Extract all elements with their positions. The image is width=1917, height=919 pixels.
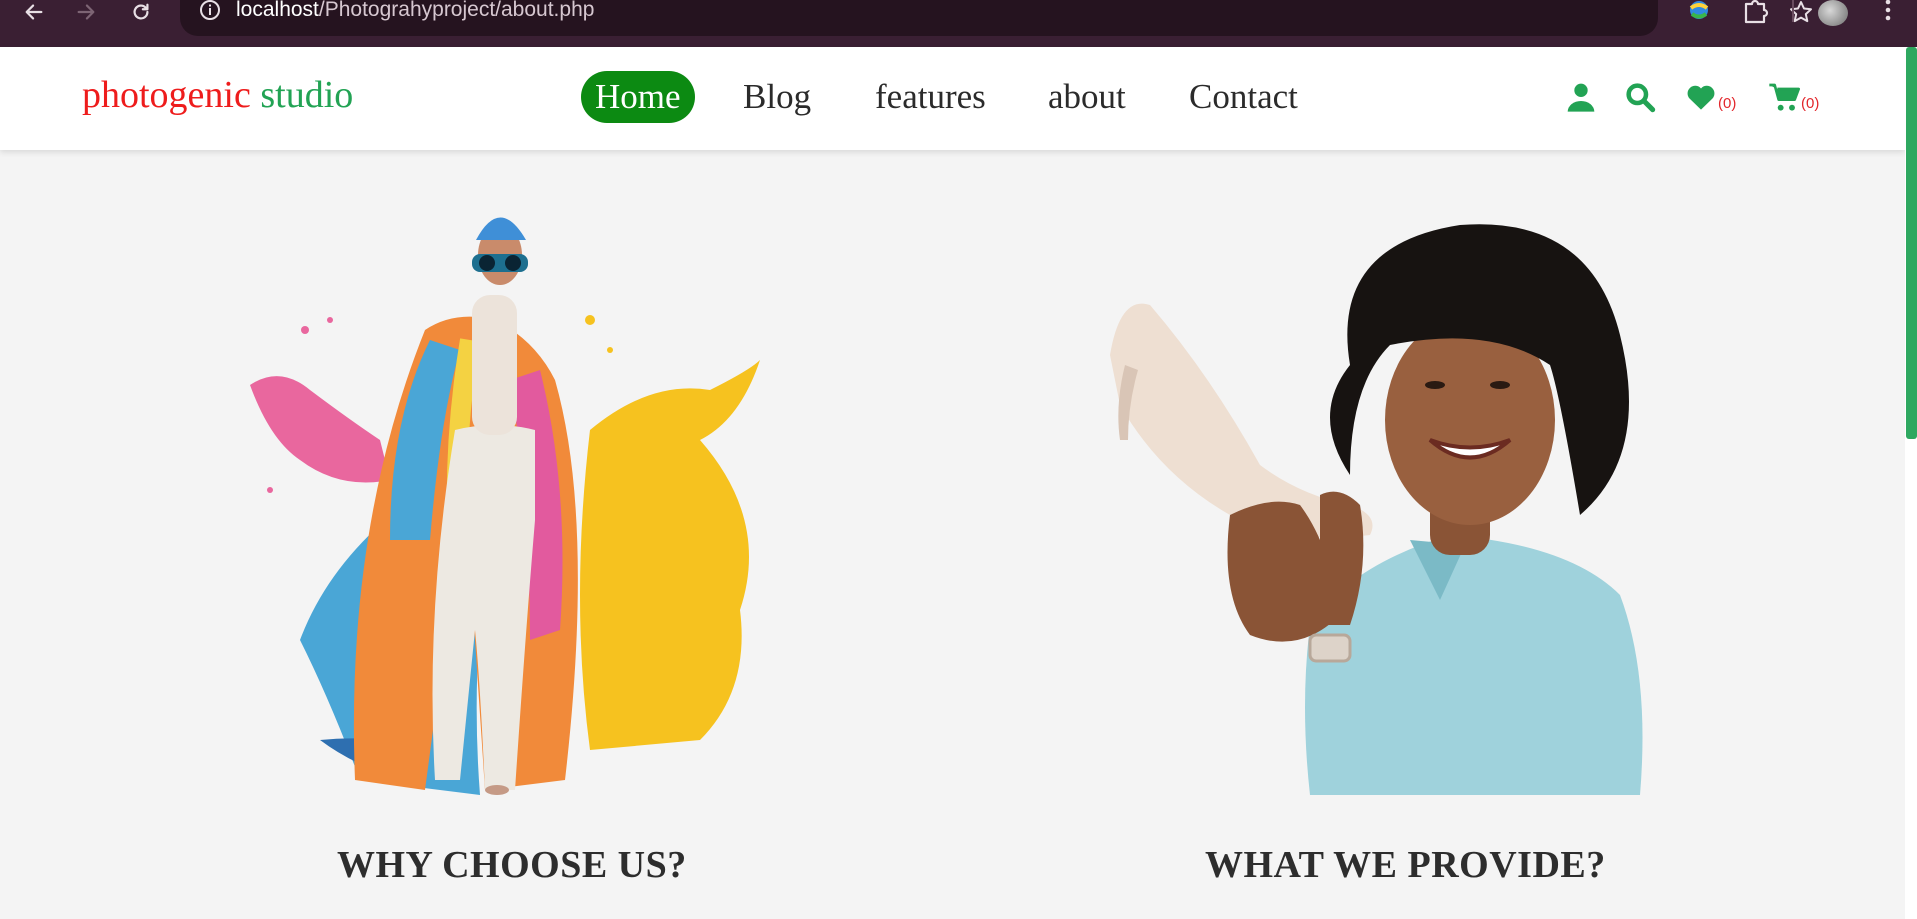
nav-about[interactable]: about bbox=[1034, 71, 1140, 123]
wishlist-button[interactable]: (0) bbox=[1685, 79, 1736, 113]
extension-icon[interactable] bbox=[1684, 0, 1714, 26]
nav-features[interactable]: features bbox=[861, 71, 1000, 123]
section-title-what-we-provide: WHAT WE PROVIDE? bbox=[1205, 844, 1606, 886]
wishlist-count: (0) bbox=[1718, 95, 1737, 112]
user-icon[interactable] bbox=[1565, 79, 1597, 113]
address-bar[interactable]: localhost/Photograhyproject/about.php bbox=[180, 0, 1812, 36]
page-scrollbar-thumb[interactable] bbox=[1906, 47, 1917, 439]
browser-toolbar: localhost/Photograhyproject/about.php bbox=[0, 0, 1917, 47]
nav-blog[interactable]: Blog bbox=[729, 71, 825, 123]
nav-home[interactable]: Home bbox=[581, 71, 695, 123]
profile-avatar[interactable] bbox=[1818, 0, 1848, 26]
nav-contact[interactable]: Contact bbox=[1175, 71, 1312, 123]
heart-icon bbox=[1687, 85, 1715, 110]
cart-button[interactable]: (0) bbox=[1768, 79, 1819, 113]
back-arrow-icon[interactable] bbox=[20, 0, 48, 24]
toolbar-divider bbox=[1792, 0, 1794, 22]
fashion-model-photo bbox=[210, 200, 800, 795]
site-logo[interactable]: photogenic studio bbox=[82, 73, 353, 117]
puzzle-icon[interactable] bbox=[1740, 0, 1770, 26]
site-info-icon[interactable] bbox=[198, 0, 222, 24]
reload-icon[interactable] bbox=[127, 0, 155, 24]
cart-count: (0) bbox=[1801, 95, 1820, 112]
logo-text-studio: studio bbox=[260, 74, 354, 116]
forward-arrow-icon[interactable] bbox=[72, 0, 100, 24]
cart-icon bbox=[1769, 83, 1800, 111]
site-header: photogenic studio Home Blog features abo… bbox=[0, 47, 1905, 150]
search-icon[interactable] bbox=[1624, 79, 1656, 113]
logo-text-photogenic: photogenic bbox=[82, 74, 251, 116]
more-menu-icon[interactable] bbox=[1878, 0, 1898, 26]
section-title-why-choose-us: WHY CHOOSE US? bbox=[337, 844, 687, 886]
woman-holding-shoe-photo bbox=[1100, 205, 1720, 795]
url-text: localhost/Photograhyproject/about.php bbox=[236, 0, 595, 21]
